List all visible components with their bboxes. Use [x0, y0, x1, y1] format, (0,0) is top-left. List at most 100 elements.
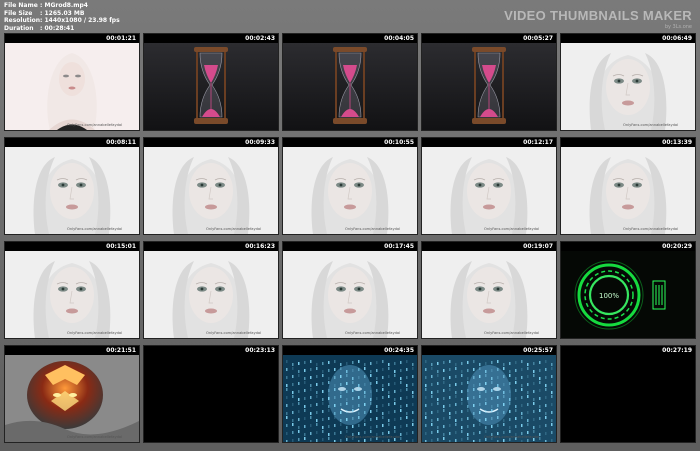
thumbnail-image: OnlyFans.com/annabellefaydal [283, 251, 417, 338]
thumbnail-frame[interactable]: 00:27:19 [560, 345, 696, 443]
thumbnail-timestamp: 00:05:27 [523, 35, 553, 42]
thumbnail-image [283, 43, 417, 130]
thumbnail-watermark: OnlyFans.com/annabellefaydal [206, 331, 262, 335]
contact-sheet: File Name: MGrod8.mp4 File Size: 1265.03… [0, 0, 700, 451]
thumbnail-timestamp: 00:23:13 [245, 347, 275, 354]
thumbnail-frame[interactable]: 00:17:45 OnlyFans.com/annabellefaydal [282, 241, 418, 339]
thumbnail-watermark: OnlyFans.com/annabellefaydal [623, 227, 679, 231]
thumbnail-timestamp: 00:19:07 [523, 243, 553, 250]
thumbnail-image: OnlyFans.com/annabellefaydal [144, 251, 278, 338]
thumbnail-image: OnlyFans.com/annabellefaydal [5, 43, 139, 130]
thumbnail-timestamp: 00:13:39 [662, 139, 692, 146]
thumbnail-timestamp: 00:08:11 [106, 139, 136, 146]
file-info-row: File Size: 1265.03 MB [4, 10, 120, 18]
thumbnail-frame[interactable]: 00:20:29 100% [560, 241, 696, 339]
file-info-value: : 1440x1080 / 23.98 fps [40, 17, 120, 25]
matrix-face-scene [283, 355, 417, 442]
face-scene [422, 147, 556, 234]
face-scene [422, 251, 556, 338]
thumbnail-watermark: OnlyFans.com/annabellefaydal [67, 123, 123, 127]
thumbnail-timestamp: 00:21:51 [106, 347, 136, 354]
thumbnail-frame[interactable]: 00:16:23 OnlyFans.com/annabellefaydal [143, 241, 279, 339]
thumbnail-image: OnlyFans.com/annabellefaydal [283, 355, 417, 442]
thumbnail-watermark: OnlyFans.com/annabellefaydal [67, 331, 123, 335]
thumbnail-image: OnlyFans.com/annabellefaydal [5, 251, 139, 338]
portrait-scene [5, 43, 139, 130]
thumbnail-image: OnlyFans.com/annabellefaydal [561, 43, 695, 130]
hourglass-scene [283, 43, 417, 130]
face-scene [144, 251, 278, 338]
thumbnail-image [144, 43, 278, 130]
thumbnail-image: OnlyFans.com/annabellefaydal [422, 251, 556, 338]
file-info-label: File Name [4, 2, 38, 9]
hourglass-scene [144, 43, 278, 130]
loading-ring-scene: 100% [561, 251, 695, 338]
thumbnail-timestamp: 00:02:43 [245, 35, 275, 42]
thumbnail-watermark: OnlyFans.com/annabellefaydal [484, 331, 540, 335]
thumbnail-frame[interactable]: 00:21:51 OnlyFans.com/annabellefaydal [4, 345, 140, 443]
file-info-row: Duration: 00:28:41 [4, 25, 120, 33]
thumbnail-frame[interactable]: 00:19:07 OnlyFans.com/annabellefaydal [421, 241, 557, 339]
thumbnail-timestamp: 00:09:33 [245, 139, 275, 146]
thumbnail-watermark: OnlyFans.com/annabellefaydal [345, 331, 401, 335]
thumbnail-frame[interactable]: 00:09:33 OnlyFans.com/annabellefaydal [143, 137, 279, 235]
thumbnail-image [422, 43, 556, 130]
thumbnail-image: OnlyFans.com/annabellefaydal [144, 147, 278, 234]
thumbnail-frame[interactable]: 00:08:11 OnlyFans.com/annabellefaydal [4, 137, 140, 235]
face-scene [561, 43, 695, 130]
thumbnail-frame[interactable]: 00:06:49 OnlyFans.com/annabellefaydal [560, 33, 696, 131]
thumbnail-timestamp: 00:24:35 [384, 347, 414, 354]
brand-logo: VIDEO THUMBNAILS MAKER by 3Ls.one [504, 8, 692, 30]
matrix-face-scene [422, 355, 556, 442]
thumbnail-frame[interactable]: 00:15:01 OnlyFans.com/annabellefaydal [4, 241, 140, 339]
thumbnail-watermark: OnlyFans.com/annabellefaydal [206, 227, 262, 231]
face-scene [144, 147, 278, 234]
brand-subtitle: by 3Ls.one [664, 24, 692, 30]
thumbnail-timestamp: 00:16:23 [245, 243, 275, 250]
thumbnail-frame[interactable]: 00:12:17 OnlyFans.com/annabellefaydal [421, 137, 557, 235]
thumbnail-frame[interactable]: 00:10:55 OnlyFans.com/annabellefaydal [282, 137, 418, 235]
thumbnail-frame[interactable]: 00:02:43 [143, 33, 279, 131]
thumbnail-watermark: OnlyFans.com/annabellefaydal [484, 227, 540, 231]
thumbnail-image [561, 355, 695, 442]
thumbnail-image: 100% [561, 251, 695, 338]
thumbnail-timestamp: 00:27:19 [662, 347, 692, 354]
thumbnail-timestamp: 00:01:21 [106, 35, 136, 42]
thumbnail-timestamp: 00:20:29 [662, 243, 692, 250]
ring-percent-text: 100% [599, 292, 619, 300]
file-info-value: : MGrod8.mp4 [40, 2, 88, 9]
thumbnail-timestamp: 00:15:01 [106, 243, 136, 250]
file-info-label: Resolution [4, 17, 41, 25]
thumbnail-frame[interactable]: 00:05:27 [421, 33, 557, 131]
thumbnail-timestamp: 00:17:45 [384, 243, 414, 250]
file-info-value: : 1265.03 MB [40, 9, 85, 17]
thumbnail-image: OnlyFans.com/annabellefaydal [422, 355, 556, 442]
thumbnail-watermark: OnlyFans.com/annabellefaydal [67, 435, 123, 439]
file-info-row: Resolution: 1440x1080 / 23.98 fps [4, 17, 120, 25]
file-info-row: File Name: MGrod8.mp4 [4, 2, 120, 10]
thumbnail-timestamp: 00:04:05 [384, 35, 414, 42]
thumbnail-image: OnlyFans.com/annabellefaydal [422, 147, 556, 234]
thumbnail-frame[interactable]: 00:25:57 OnlyFans.com/annabellefaydal [421, 345, 557, 443]
thumbnail-image: OnlyFans.com/annabellefaydal [283, 147, 417, 234]
thumbnail-watermark: OnlyFans.com/annabellefaydal [484, 435, 540, 439]
fire-face-scene [5, 355, 139, 442]
thumbnail-frame[interactable]: 00:04:05 [282, 33, 418, 131]
face-scene [283, 251, 417, 338]
face-scene [5, 251, 139, 338]
thumbnail-frame[interactable]: 00:23:13 [143, 345, 279, 443]
hourglass-scene [422, 43, 556, 130]
thumbnail-timestamp: 00:06:49 [662, 35, 692, 42]
thumbnail-frame[interactable]: 00:01:21 OnlyFans.com/annabellefaydal [4, 33, 140, 131]
thumbnail-watermark: OnlyFans.com/annabellefaydal [623, 123, 679, 127]
thumbnail-timestamp: 00:12:17 [523, 139, 553, 146]
thumbnail-frame[interactable]: 00:13:39 OnlyFans.com/annabellefaydal [560, 137, 696, 235]
brand-title: VIDEO THUMBNAILS MAKER [504, 8, 692, 23]
thumbnail-image: OnlyFans.com/annabellefaydal [5, 147, 139, 234]
thumbnail-frame[interactable]: 00:24:35 OnlyFans.com/annabellefaydal [282, 345, 418, 443]
thumbnail-image [144, 355, 278, 442]
face-scene [5, 147, 139, 234]
thumbnail-watermark: OnlyFans.com/annabellefaydal [67, 227, 123, 231]
thumbnail-watermark: OnlyFans.com/annabellefaydal [345, 435, 401, 439]
file-info-value: : 00:28:41 [40, 24, 75, 32]
